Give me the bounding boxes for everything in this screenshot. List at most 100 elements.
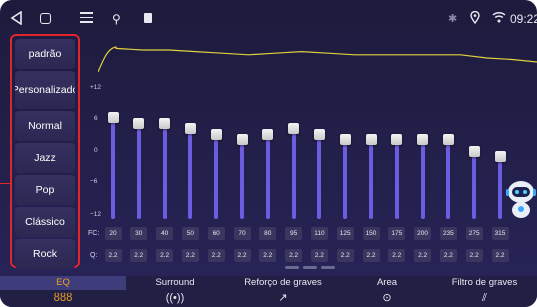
band-slider-thumb[interactable] <box>442 134 454 146</box>
fc-value-cell[interactable]: 125 <box>336 227 354 240</box>
area-icon: ⊙ <box>382 292 392 304</box>
gain-scale-label: 0 <box>94 147 98 154</box>
fc-value-cell[interactable]: 70 <box>233 227 251 240</box>
preset-item[interactable]: Pop <box>15 175 75 205</box>
back-icon[interactable] <box>10 11 22 25</box>
fc-value-cell[interactable]: 315 <box>491 227 509 240</box>
menu-icon[interactable] <box>80 12 93 24</box>
q-value-cell[interactable]: 2.2 <box>233 249 251 262</box>
preset-item[interactable]: Clássico <box>15 207 75 237</box>
fc-value-cell[interactable]: 235 <box>439 227 457 240</box>
band-slider-track[interactable] <box>394 139 399 219</box>
band-slider-thumb[interactable] <box>494 151 506 163</box>
preset-item[interactable]: Personalizado <box>15 71 75 109</box>
tab-surround[interactable]: Surround ((•)) <box>126 276 224 307</box>
band-slider-thumb[interactable] <box>159 117 171 129</box>
gain-scale-label: −6 <box>90 178 98 185</box>
q-value-cell[interactable]: 2.2 <box>388 249 406 262</box>
q-value-cell[interactable]: 2.2 <box>414 249 432 262</box>
q-value-cell[interactable]: 2.2 <box>310 249 328 262</box>
q-value-cell[interactable]: 2.2 <box>181 249 199 262</box>
band-slider-thumb[interactable] <box>288 123 300 135</box>
tab-bass-filter[interactable]: Filtro de graves ⫽ <box>432 276 537 307</box>
band-slider-thumb[interactable] <box>107 112 119 124</box>
band-slider-thumb[interactable] <box>365 134 377 146</box>
preset-item[interactable]: padrão <box>15 39 75 69</box>
band-slider-track[interactable] <box>162 122 167 219</box>
fc-value-cell[interactable]: 95 <box>285 227 303 240</box>
band-slider-thumb[interactable] <box>133 117 145 129</box>
surround-icon: ((•)) <box>165 292 185 304</box>
band-slider-track[interactable] <box>265 133 270 219</box>
q-value-cell[interactable]: 2.2 <box>336 249 354 262</box>
band-slider-track[interactable] <box>369 139 373 219</box>
fc-value-cell[interactable]: 200 <box>414 227 432 240</box>
band-slider-thumb[interactable] <box>210 128 222 140</box>
bass-boost-icon: ↗ <box>278 292 288 304</box>
location-icon <box>470 11 480 24</box>
q-value-cell[interactable]: 2.2 <box>491 249 509 262</box>
usb-icon: ⚲ <box>112 12 121 26</box>
fc-value-cell[interactable]: 175 <box>388 227 406 240</box>
fc-value-cell[interactable]: 40 <box>156 227 174 240</box>
band-slider-track[interactable] <box>188 128 193 219</box>
q-value-cell[interactable]: 2.2 <box>439 249 457 262</box>
fc-value-cell[interactable]: 110 <box>310 227 328 240</box>
q-value-cell[interactable]: 2.2 <box>259 249 277 262</box>
band-slider-thumb[interactable] <box>417 134 429 146</box>
tab-label: Reforço de graves <box>244 277 322 288</box>
band-slider-thumb[interactable] <box>262 128 274 140</box>
bluetooth-icon: ✱ <box>448 13 458 25</box>
band-slider-thumb[interactable] <box>391 134 403 146</box>
q-value-cell[interactable]: 2.2 <box>362 249 380 262</box>
gain-scale-label: −12 <box>90 211 102 218</box>
preset-list: padrão Personalizado Normal Jazz Pop Clá… <box>10 34 80 269</box>
band-slider-track[interactable] <box>446 139 451 219</box>
fc-value-cell[interactable]: 30 <box>130 227 148 240</box>
wifi-icon <box>492 11 506 23</box>
preset-item[interactable]: Normal <box>15 111 75 141</box>
fc-value-cell[interactable]: 150 <box>362 227 380 240</box>
car-audio-eq-screen: ⚲ ✱ 09:22 padrão Personalizado Normal Ja… <box>0 0 537 307</box>
tab-label: Surround <box>155 277 195 288</box>
band-slider-track[interactable] <box>420 139 425 219</box>
band-slider-thumb[interactable] <box>313 128 325 140</box>
q-value-cell[interactable]: 2.2 <box>285 249 303 262</box>
band-slider-track[interactable] <box>498 156 502 219</box>
fc-value-cell[interactable]: 275 <box>465 227 483 240</box>
tab-eq[interactable]: EQ ȣȣȣ <box>0 276 126 307</box>
eq-response-curve <box>98 46 537 73</box>
q-value-cell[interactable]: 2.2 <box>130 249 148 262</box>
sd-card-icon <box>144 13 152 23</box>
preset-item[interactable]: Rock <box>15 239 75 269</box>
q-value-cell[interactable]: 2.2 <box>207 249 225 262</box>
equalizer-icon: ȣȣȣ <box>53 292 73 304</box>
fc-value-cell[interactable]: 50 <box>181 227 199 240</box>
band-slider-track[interactable] <box>291 128 296 219</box>
band-slider-track[interactable] <box>317 133 322 219</box>
band-slider-track[interactable] <box>472 150 477 219</box>
band-slider-thumb[interactable] <box>468 145 480 157</box>
fc-value-cell[interactable]: 20 <box>104 227 122 240</box>
band-slider-thumb[interactable] <box>236 134 248 146</box>
fc-value-cell[interactable]: 60 <box>207 227 225 240</box>
q-value-cell[interactable]: 2.2 <box>104 249 122 262</box>
band-slider-track[interactable] <box>214 133 219 219</box>
band-slider-track[interactable] <box>111 117 115 219</box>
band-slider-thumb[interactable] <box>339 134 351 146</box>
tab-label: Filtro de graves <box>451 277 518 288</box>
q-value-cell[interactable]: 2.2 <box>156 249 174 262</box>
fc-value-cell[interactable]: 80 <box>259 227 277 240</box>
q-value-cell[interactable]: 2.2 <box>465 249 483 262</box>
band-slider-track[interactable] <box>136 122 141 219</box>
tab-area[interactable]: Area ⊙ <box>342 276 432 307</box>
home-icon[interactable] <box>40 13 51 24</box>
robot-assistant-icon[interactable] <box>504 178 537 220</box>
band-slider-track[interactable] <box>343 139 348 219</box>
band-slider-thumb[interactable] <box>184 123 196 135</box>
bottom-tab-bar: EQ ȣȣȣ Surround ((•)) Reforço de graves … <box>0 276 537 307</box>
preset-item[interactable]: Jazz <box>15 143 75 173</box>
band-slider-track[interactable] <box>240 139 244 219</box>
tab-bass-boost[interactable]: Reforço de graves ↗ <box>224 276 342 307</box>
status-bar: ⚲ ✱ 09:22 <box>0 0 537 34</box>
